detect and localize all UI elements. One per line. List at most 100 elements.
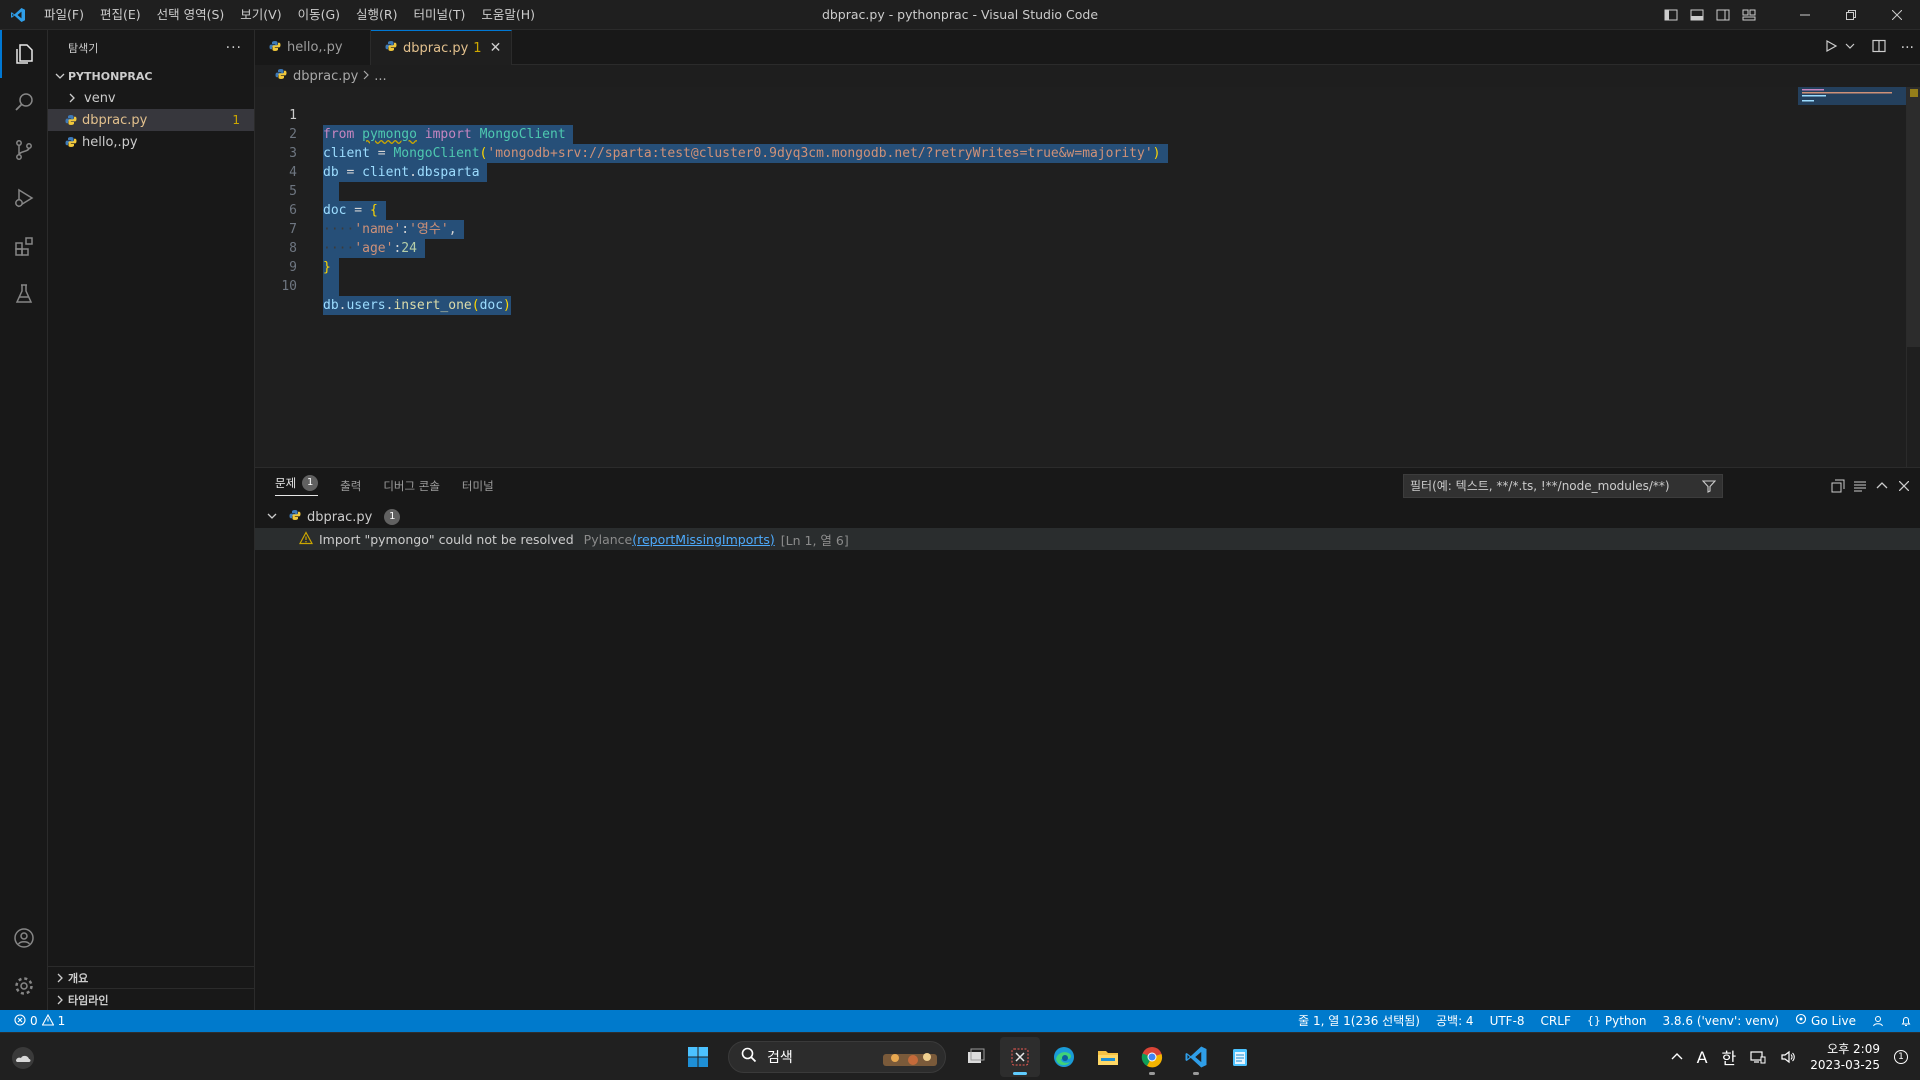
code-token: users <box>346 298 386 313</box>
minimize-icon[interactable] <box>1782 0 1828 30</box>
edge-browser-icon[interactable] <box>1044 1037 1084 1077</box>
ime-mode-indicator[interactable]: 한 <box>1722 1045 1737 1069</box>
project-folder-header[interactable]: PYTHONPRAC <box>48 65 254 87</box>
python-file-icon <box>64 114 78 126</box>
notifications-bell-icon[interactable] <box>1892 1010 1920 1032</box>
code-editor[interactable]: 1 from pymongo import MongoClient 2 clie… <box>255 87 1920 467</box>
cursor-position[interactable]: 줄 1, 열 1(236 선택됨) <box>1290 1010 1428 1032</box>
error-count: 0 <box>30 1014 38 1028</box>
search-icon[interactable] <box>0 78 48 126</box>
project-name: PYTHONPRAC <box>68 69 153 83</box>
code-line: 2 client = MongoClient('mongodb+srv://sp… <box>255 106 1895 163</box>
problem-item[interactable]: Import "pymongo" could not be resolved P… <box>255 528 1920 550</box>
toggle-secondary-sidebar-icon[interactable] <box>1710 0 1736 30</box>
menu-help[interactable]: 도움말(H) <box>473 0 543 30</box>
tree-item-venv[interactable]: venv <box>48 87 254 109</box>
tab-terminal[interactable]: 터미널 <box>462 478 494 494</box>
menu-terminal[interactable]: 터미널(T) <box>406 0 474 30</box>
accounts-icon[interactable] <box>0 914 48 962</box>
network-icon[interactable] <box>1750 1049 1766 1065</box>
chevron-down-icon <box>267 510 277 525</box>
code-token: ) <box>503 298 511 313</box>
tab-output[interactable]: 출력 <box>340 478 361 494</box>
tab-dbprac[interactable]: dbprac.py 1 ✕ <box>371 30 513 65</box>
input-language-indicator[interactable]: A <box>1697 1048 1708 1067</box>
breadcrumb-symbols[interactable]: ... <box>374 69 386 84</box>
problems-filter-input[interactable]: 필터(예: 텍스트, **/*.ts, !**/node_modules/**) <box>1403 474 1723 498</box>
file-explorer-icon[interactable] <box>1088 1037 1128 1077</box>
minimap[interactable] <box>1796 87 1906 467</box>
source-control-icon[interactable] <box>0 126 48 174</box>
problems-status[interactable]: 0 1 <box>0 1010 65 1032</box>
menu-go[interactable]: 이동(G) <box>290 0 348 30</box>
maximize-panel-icon[interactable] <box>1874 478 1890 494</box>
toggle-primary-sidebar-icon[interactable] <box>1658 0 1684 30</box>
encoding[interactable]: UTF-8 <box>1482 1010 1533 1032</box>
restore-icon[interactable] <box>1828 0 1874 30</box>
volume-icon[interactable] <box>1780 1049 1796 1065</box>
more-actions-icon[interactable]: ··· <box>226 40 242 56</box>
close-tab-icon[interactable]: ✕ <box>490 40 502 56</box>
python-interpreter[interactable]: 3.8.6 ('venv': venv) <box>1654 1010 1787 1032</box>
explorer-sidebar: 탐색기 ··· PYTHONPRAC venv dbprac.py 1 hell… <box>48 30 255 1010</box>
code-token: doc <box>479 298 504 313</box>
chevron-down-icon[interactable] <box>1845 40 1855 55</box>
tab-problem-badge: 1 <box>473 40 482 56</box>
run-debug-icon[interactable] <box>0 174 48 222</box>
feedback-icon[interactable] <box>1864 1010 1892 1032</box>
indentation[interactable]: 공백: 4 <box>1428 1010 1482 1032</box>
go-live-button[interactable]: Go Live <box>1787 1010 1864 1032</box>
problem-code-link[interactable]: (reportMissingImports) <box>632 532 775 547</box>
taskbar-search[interactable]: 검색 <box>728 1041 946 1073</box>
notification-count-badge[interactable]: 1 <box>1894 1050 1908 1064</box>
close-window-icon[interactable] <box>1874 0 1920 30</box>
timeline-section[interactable]: 타임라인 <box>48 988 255 1010</box>
split-editor-icon[interactable] <box>1871 38 1887 58</box>
weather-widget-icon[interactable] <box>10 1045 36 1071</box>
customize-layout-icon[interactable] <box>1736 0 1762 30</box>
chrome-browser-icon[interactable] <box>1132 1037 1172 1077</box>
language-mode[interactable]: {} Python <box>1579 1010 1655 1032</box>
view-as-list-icon[interactable] <box>1852 478 1868 494</box>
chevron-right-icon <box>52 995 68 1005</box>
more-actions-icon[interactable]: ··· <box>1901 40 1914 56</box>
end-of-line[interactable]: CRLF <box>1533 1010 1579 1032</box>
menu-run[interactable]: 실행(R) <box>348 0 405 30</box>
code-line: 10 db.users.insert_one(doc) <box>255 258 1895 315</box>
task-view-icon[interactable] <box>956 1037 996 1077</box>
editor-scrollbar[interactable] <box>1906 87 1920 467</box>
tree-item-dbprac[interactable]: dbprac.py 1 <box>48 109 254 131</box>
menu-selection[interactable]: 선택 영역(S) <box>149 0 233 30</box>
problems-file-group[interactable]: dbprac.py 1 <box>255 506 1920 528</box>
menu-edit[interactable]: 편집(E) <box>92 0 149 30</box>
settings-gear-icon[interactable] <box>0 962 48 1010</box>
extensions-icon[interactable] <box>0 222 48 270</box>
toggle-panel-icon[interactable] <box>1684 0 1710 30</box>
breadcrumb-file[interactable]: dbprac.py <box>293 69 358 84</box>
menu-view[interactable]: 보기(V) <box>232 0 289 30</box>
run-file-icon[interactable] <box>1823 38 1839 58</box>
close-panel-icon[interactable] <box>1896 478 1912 494</box>
explorer-icon[interactable] <box>0 30 48 78</box>
menu-file[interactable]: 파일(F) <box>36 0 92 30</box>
tab-label: 문제 <box>275 476 297 490</box>
clock-date: 2023-03-25 <box>1810 1058 1880 1072</box>
tab-problems[interactable]: 문제 1 <box>275 475 319 496</box>
snipping-tool-icon[interactable] <box>1000 1037 1040 1077</box>
show-hidden-icons-chevron-up-icon[interactable] <box>1671 1051 1683 1063</box>
filter-icon[interactable] <box>1701 478 1717 500</box>
notepad-icon[interactable] <box>1220 1037 1260 1077</box>
tab-debug-console[interactable]: 디버그 콘솔 <box>383 478 440 494</box>
collapse-all-icon[interactable] <box>1830 478 1846 494</box>
outline-section[interactable]: 개요 <box>48 966 255 988</box>
taskbar-clock[interactable]: 오후 2:09 2023-03-25 <box>1810 1041 1880 1073</box>
vscode-taskbar-icon[interactable] <box>1176 1037 1216 1077</box>
testing-flask-icon[interactable] <box>0 270 48 318</box>
tree-item-label: dbprac.py <box>82 112 148 128</box>
start-windows-icon[interactable] <box>678 1037 718 1077</box>
tab-hello[interactable]: hello,.py <box>255 30 371 65</box>
filter-placeholder: 필터(예: 텍스트, **/*.ts, !**/node_modules/**) <box>1410 479 1670 493</box>
tree-item-label: hello,.py <box>82 134 138 150</box>
tree-item-hello[interactable]: hello,.py <box>48 131 254 153</box>
windows-taskbar: 검색 A 한 오후 2:09 2023-03-25 1 <box>0 1032 1920 1080</box>
